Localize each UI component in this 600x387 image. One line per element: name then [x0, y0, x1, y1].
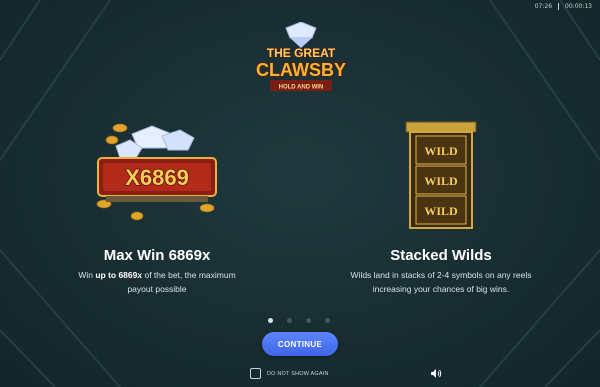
wild-symbol-stack: WILD WILD WILD [415, 135, 467, 225]
stacked-wilds-description: Wilds land in stacks of 2-4 symbols on a… [341, 268, 541, 296]
stacked-wilds-desc-line2: increasing your chances of big wins. [372, 284, 510, 294]
session-timer: 00:00:13 [565, 2, 592, 10]
stacked-wilds-title: Stacked Wilds [390, 247, 492, 264]
do-not-show-again-checkbox[interactable] [250, 368, 261, 379]
stacked-wilds-art: WILD WILD WILD [398, 118, 484, 238]
logo-diamond-icon [285, 22, 317, 48]
page-dot-4[interactable] [325, 318, 330, 323]
max-win-desc-post: of the bet, the maximum [142, 270, 236, 280]
page-indicator [268, 318, 330, 323]
wild-label-2: WILD [424, 174, 458, 188]
status-separator [558, 2, 560, 10]
wild-frame-top [405, 121, 477, 133]
logo-tagline: HOLD AND WIN [279, 85, 324, 91]
max-win-desc-pre: Win [78, 270, 96, 280]
page-dot-1[interactable] [268, 318, 273, 323]
logo-line2: CLAWSBY [256, 60, 346, 80]
page-dot-2[interactable] [287, 318, 292, 323]
wild-label-1: WILD [424, 144, 458, 158]
wild-label-3: WILD [424, 204, 458, 218]
do-not-show-again-option[interactable]: DO NOT SHOW AGAIN [250, 368, 329, 379]
max-win-art: X6869 [96, 123, 217, 221]
sound-icon[interactable] [430, 368, 442, 379]
stacked-wilds-desc-line1: Wilds land in stacks of 2-4 symbols on a… [350, 270, 532, 280]
max-win-desc-line2: payout possible [127, 284, 187, 294]
max-win-multiplier: X6869 [125, 165, 189, 190]
max-win-title: Max Win 6869x [103, 247, 211, 264]
diamonds-icon [115, 125, 195, 159]
do-not-show-again-label: DO NOT SHOW AGAIN [267, 370, 329, 377]
max-win-desc-bold: up to 6869x [95, 270, 143, 280]
page-dot-3[interactable] [306, 318, 311, 323]
status-bar: 07:26 00:00:13 [535, 1, 592, 11]
clock-time: 07:26 [534, 2, 553, 10]
continue-button[interactable]: CONTINUE [262, 332, 338, 356]
max-win-description: Win up to 6869x of the bet, the maximum … [57, 268, 257, 296]
game-logo: THE GREAT CLAWSBY HOLD AND WIN [255, 22, 347, 91]
logo-line1: THE GREAT [267, 46, 336, 60]
